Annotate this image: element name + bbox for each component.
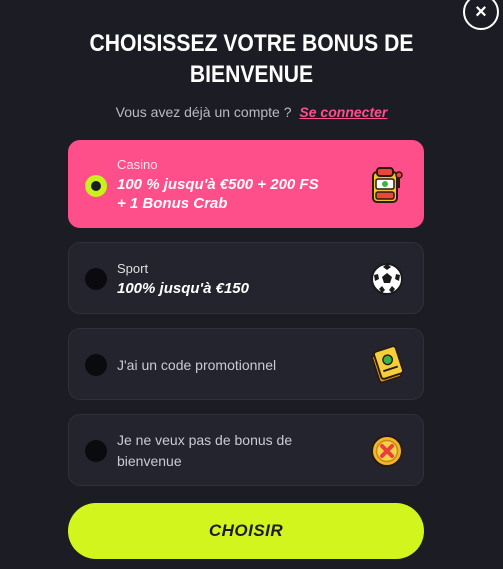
- close-icon: ×: [475, 1, 487, 23]
- option-offer-sport: 100% jusqu'à €150: [117, 280, 249, 297]
- option-category-sport: Sport: [117, 261, 149, 276]
- option-category-casino: Casino: [117, 157, 158, 172]
- radio-no-bonus[interactable]: [85, 440, 107, 462]
- option-label-no-bonus-line1: Je ne veux pas de bonus de: [117, 432, 293, 448]
- choose-button[interactable]: CHOISIR: [68, 503, 424, 559]
- login-link[interactable]: Se connecter: [299, 104, 387, 120]
- close-button[interactable]: ×: [463, 0, 499, 30]
- title-line-1: CHOISISSEZ VOTRE BONUS DE: [89, 30, 414, 57]
- option-offer-casino-line1: 100 % jusqu'à €500 + 200 FS: [117, 176, 319, 193]
- option-offer-casino-line2: + 1 Bonus Crab: [117, 195, 228, 212]
- bonus-option-sport[interactable]: Sport 100% jusqu'à €150: [68, 242, 424, 314]
- radio-casino[interactable]: [85, 175, 107, 197]
- login-prompt: Vous avez déjà un compte ? Se connecter: [0, 104, 503, 120]
- bonus-option-promo-code[interactable]: J'ai un code promotionnel: [68, 328, 424, 400]
- radio-sport[interactable]: [85, 268, 107, 290]
- modal-title: CHOISISSEZ VOTRE BONUS DE BIENVENUE: [30, 28, 473, 90]
- bonus-option-no-bonus[interactable]: Je ne veux pas de bonus de bienvenue: [68, 414, 424, 486]
- login-prompt-text: Vous avez déjà un compte ?: [115, 104, 292, 120]
- no-bonus-coin-icon: [369, 433, 405, 469]
- football-icon: [369, 261, 405, 297]
- radio-promo-code[interactable]: [85, 354, 107, 376]
- option-label-promo-code: J'ai un code promotionnel: [117, 357, 277, 373]
- promo-ticket-icon: [369, 345, 405, 383]
- bonus-option-casino[interactable]: Casino 100 % jusqu'à €500 + 200 FS + 1 B…: [68, 140, 424, 228]
- option-label-no-bonus-line2: bienvenue: [117, 453, 182, 469]
- welcome-bonus-modal: × CHOISISSEZ VOTRE BONUS DE BIENVENUE Vo…: [0, 0, 503, 569]
- title-line-2: BIENVENUE: [189, 61, 314, 88]
- slot-machine-icon: [369, 167, 405, 203]
